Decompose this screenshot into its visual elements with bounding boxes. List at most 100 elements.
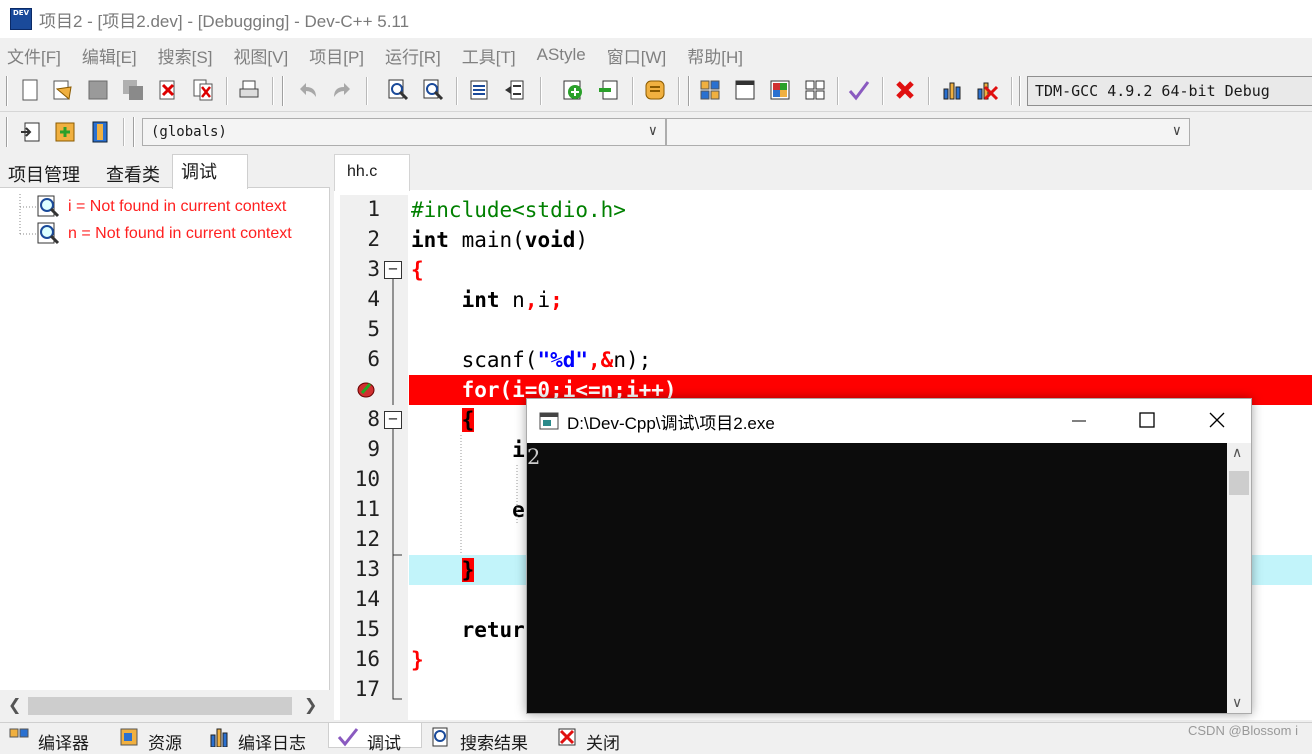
tab-close[interactable]: 关闭	[548, 723, 620, 753]
toolbar-grip	[6, 76, 8, 106]
menu-run[interactable]: 运行[R]	[385, 43, 441, 68]
rebuild-icon	[805, 80, 825, 100]
scrollbar-thumb[interactable]	[28, 697, 292, 715]
scrollbar-thumb[interactable]	[1229, 471, 1249, 495]
remove-file-icon	[599, 80, 618, 100]
tab-search-results[interactable]: 搜索结果	[422, 723, 528, 753]
chart-icon	[943, 82, 961, 100]
close-panel-icon	[558, 728, 576, 746]
compile-icon	[700, 80, 720, 100]
open-file-button[interactable]	[50, 78, 74, 102]
code-token: {	[461, 408, 475, 432]
console-window[interactable]: D:\Dev-Cpp\调试\项目2.exe 2 ∧ ∨	[526, 398, 1252, 714]
tab-debug-output[interactable]: 调试	[328, 723, 422, 753]
close-icon[interactable]	[1209, 412, 1225, 428]
insert-button[interactable]	[53, 120, 77, 144]
toolbar-grip	[688, 76, 690, 106]
line-number: 12	[354, 527, 380, 551]
scroll-left-icon[interactable]: ❮	[8, 695, 21, 714]
add-file-button[interactable]	[561, 78, 585, 102]
find-button[interactable]	[386, 78, 410, 102]
tab-project-manager[interactable]: 项目管理	[0, 158, 88, 188]
scroll-right-icon[interactable]: ❯	[304, 695, 317, 714]
scroll-up-icon[interactable]: ∧	[1232, 445, 1242, 461]
line-number: 15	[354, 617, 380, 641]
profile-button[interactable]	[940, 78, 964, 102]
menu-file[interactable]: 文件[F]	[7, 43, 61, 68]
replace-button[interactable]	[421, 78, 445, 102]
fold-toggle[interactable]: −	[384, 261, 402, 279]
code-token: void	[524, 228, 576, 252]
console-scrollbar[interactable]: ∧ ∨	[1227, 443, 1251, 713]
compiler-icon	[9, 728, 29, 738]
code-token: #include<stdio.h>	[411, 198, 626, 222]
menu-view[interactable]: 视图[V]	[233, 43, 288, 68]
toolbar-separator	[272, 77, 274, 105]
app-icon: DEV	[10, 8, 32, 30]
watch-text: i = Not found in current context	[68, 198, 287, 215]
close-file-button[interactable]	[156, 78, 180, 102]
toolbar-separator	[928, 77, 930, 105]
new-file-button[interactable]	[18, 78, 42, 102]
watermark-credit: CSDN @Blossom i	[1188, 723, 1298, 738]
tab-file-hh-c[interactable]: hh.c	[334, 154, 410, 191]
left-panel: 项目管理 查看类 调试 i = Not found in current con…	[0, 154, 330, 720]
save-button[interactable]	[86, 78, 110, 102]
compile-run-icon	[770, 80, 790, 100]
menu-project[interactable]: 项目[P]	[309, 43, 364, 68]
console-title-bar[interactable]: D:\Dev-Cpp\调试\项目2.exe	[527, 399, 1251, 443]
stop-execution-button[interactable]	[893, 78, 917, 102]
title-bar: DEV 项目2 - [项目2.dev] - [Debugging] - Dev-…	[0, 0, 1312, 38]
tab-class-browser[interactable]: 查看类	[98, 158, 168, 188]
tab-compiler[interactable]: 编译器	[0, 723, 89, 753]
compile-button[interactable]	[698, 78, 722, 102]
menu-help[interactable]: 帮助[H]	[687, 43, 743, 68]
code-token: )	[575, 228, 589, 252]
delete-profile-button[interactable]	[975, 78, 999, 102]
print-button[interactable]	[237, 78, 261, 102]
scope-select[interactable]: (globals) ∨	[142, 118, 666, 146]
remove-file-button[interactable]	[596, 78, 620, 102]
left-panel-tabs: 项目管理 查看类 调试	[0, 154, 330, 189]
close-all-button[interactable]	[191, 78, 215, 102]
toolbar-separator	[837, 77, 839, 105]
tab-resources[interactable]: 资源	[110, 723, 182, 753]
toolbar-separator	[1011, 77, 1013, 105]
console-output[interactable]: 2	[527, 443, 1227, 713]
code-token: i	[537, 288, 551, 312]
tab-debug[interactable]: 调试	[172, 154, 248, 189]
indent-icon	[470, 80, 488, 100]
unindent-button[interactable]	[502, 78, 526, 102]
menu-edit[interactable]: 编辑[E]	[82, 43, 137, 68]
compile-run-button[interactable]	[768, 78, 792, 102]
scroll-down-icon[interactable]: ∨	[1232, 695, 1242, 711]
menu-search[interactable]: 搜索[S]	[158, 43, 213, 68]
watch-item[interactable]: n = Not found in current context	[20, 221, 292, 247]
toggle-bookmark-button[interactable]	[88, 120, 112, 144]
goto-button[interactable]	[18, 120, 42, 144]
horizontal-scrollbar[interactable]: ❮ ❯	[0, 690, 330, 720]
maximize-icon[interactable]	[1139, 412, 1155, 428]
rebuild-button[interactable]	[803, 78, 827, 102]
project-options-button[interactable]	[643, 78, 667, 102]
menu-astyle[interactable]: AStyle	[537, 45, 586, 65]
undo-button[interactable]	[296, 78, 320, 102]
compiler-select[interactable]: TDM-GCC 4.9.2 64-bit Debug	[1027, 76, 1312, 106]
indent-button[interactable]	[467, 78, 491, 102]
function-select[interactable]: ∨	[666, 118, 1190, 146]
breakpoint-icon[interactable]	[356, 379, 378, 399]
line-number: 11	[354, 497, 380, 521]
line-number: 17	[354, 677, 380, 701]
menu-window[interactable]: 窗口[W]	[607, 43, 667, 68]
save-all-button[interactable]	[121, 78, 145, 102]
watch-icon	[37, 195, 60, 218]
console-app-icon	[539, 412, 559, 430]
menu-tools[interactable]: 工具[T]	[462, 43, 516, 68]
run-button[interactable]	[733, 78, 757, 102]
watch-item[interactable]: i = Not found in current context	[20, 194, 286, 220]
tab-label: 编译日志	[238, 734, 306, 753]
tab-compile-log[interactable]: 编译日志	[200, 723, 306, 753]
redo-button[interactable]	[330, 78, 354, 102]
minimize-icon[interactable]	[1071, 413, 1087, 429]
syntax-check-button[interactable]	[847, 78, 871, 102]
